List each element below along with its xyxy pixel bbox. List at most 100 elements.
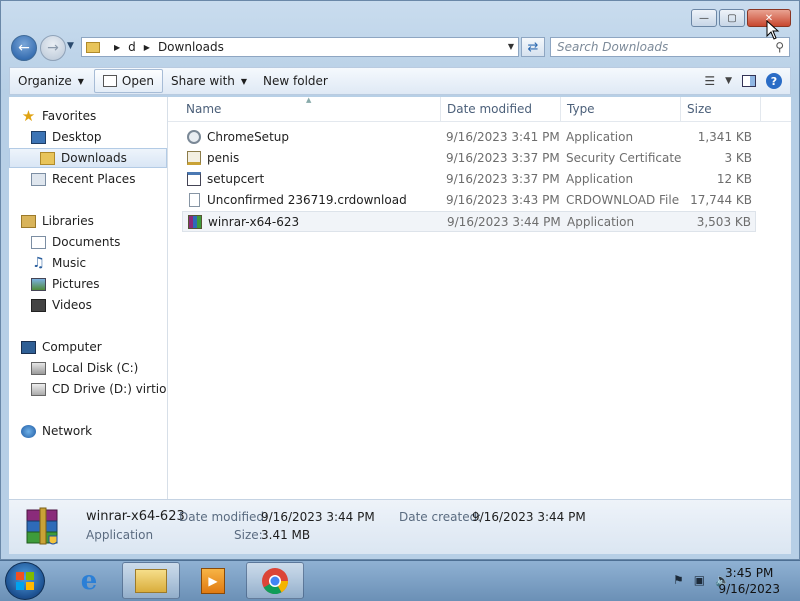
details-size-label: Size:: [234, 528, 263, 542]
taskbar-chrome[interactable]: [246, 562, 304, 599]
nav-network[interactable]: Network: [21, 421, 167, 441]
taskbar-internet-explorer[interactable]: e: [60, 562, 118, 599]
nav-videos[interactable]: Videos: [31, 295, 167, 315]
toolbar-right-group: ☰ ▼ ?: [704, 73, 790, 89]
media-player-icon: ▶: [201, 567, 225, 594]
address-bar[interactable]: ▶ d ▶ Downloads ▼: [81, 37, 519, 57]
open-button[interactable]: Open: [93, 69, 163, 93]
search-input[interactable]: Search Downloads ⚲: [550, 37, 790, 57]
nav-music[interactable]: ♫ Music: [31, 253, 167, 273]
open-label: Open: [121, 74, 154, 88]
recent-pages-dropdown[interactable]: ▼: [67, 41, 74, 51]
nav-label: Music: [52, 256, 87, 270]
nav-downloads[interactable]: Downloads: [9, 148, 167, 168]
nav-pictures[interactable]: Pictures: [31, 274, 167, 294]
new-folder-label: New folder: [263, 74, 328, 88]
back-button[interactable]: ←: [11, 35, 37, 61]
chrome-icon: [262, 567, 289, 594]
nav-label: Documents: [52, 235, 121, 249]
share-with-button[interactable]: Share with ▼: [163, 70, 255, 92]
column-divider[interactable]: [760, 97, 761, 121]
search-icon[interactable]: ⚲: [775, 40, 784, 54]
nav-libraries[interactable]: Libraries: [21, 211, 167, 231]
file-row[interactable]: penis 9/16/2023 3:37 PM Security Certifi…: [182, 148, 756, 169]
nav-label: CD Drive (D:) virtio-w: [52, 382, 168, 396]
nav-label: Pictures: [52, 277, 100, 291]
network-status-icon[interactable]: ▣: [694, 573, 705, 587]
file-size: 3 KB: [724, 151, 752, 165]
breadcrumb-d[interactable]: d: [128, 40, 136, 54]
column-header-date-modified[interactable]: Date modified: [447, 102, 532, 116]
nav-local-disk[interactable]: Local Disk (C:): [31, 358, 167, 378]
nav-desktop[interactable]: Desktop: [31, 127, 167, 147]
hard-drive-icon: [31, 361, 46, 375]
clock-time: 3:45 PM: [725, 566, 774, 580]
file-date: 9/16/2023 3:41 PM: [446, 130, 560, 144]
file-name-cell: ChromeSetup: [187, 130, 289, 144]
music-icon: ♫: [32, 254, 45, 271]
column-header-size[interactable]: Size: [687, 102, 712, 116]
organize-button[interactable]: Organize ▼: [10, 70, 92, 92]
view-options-dropdown-icon[interactable]: ▼: [725, 76, 732, 86]
nav-label: Recent Places: [52, 172, 136, 186]
clock-date: 9/16/2023: [718, 582, 780, 596]
column-divider[interactable]: [680, 97, 681, 121]
address-row: ← → ▼ ▶ d ▶ Downloads ▼ ⇄ Search Downloa…: [9, 35, 791, 61]
breadcrumb-separator-icon[interactable]: ▶: [144, 43, 150, 52]
nav-cd-drive[interactable]: CD Drive (D:) virtio-w: [31, 379, 168, 399]
file-row[interactable]: ChromeSetup 9/16/2023 3:41 PM Applicatio…: [182, 127, 756, 148]
column-header-name[interactable]: Name: [186, 102, 221, 116]
preview-pane-icon[interactable]: [742, 75, 756, 87]
file-row[interactable]: Unconfirmed 236719.crdownload 9/16/2023 …: [182, 190, 756, 211]
breadcrumb-separator-icon[interactable]: ▶: [114, 43, 120, 52]
file-date: 9/16/2023 3:37 PM: [446, 151, 560, 165]
file-type: Application: [566, 172, 634, 186]
help-icon[interactable]: ?: [766, 73, 782, 89]
nav-label: Computer: [42, 340, 102, 354]
breadcrumb-downloads[interactable]: Downloads: [158, 40, 224, 54]
clock[interactable]: 3:45 PM 9/16/2023: [718, 565, 780, 597]
file-size: 17,744 KB: [690, 193, 752, 207]
file-row-selected[interactable]: winrar-x64-623 9/16/2023 3:44 PM Applica…: [182, 211, 756, 232]
nav-computer[interactable]: Computer: [21, 337, 167, 357]
column-divider[interactable]: [440, 97, 441, 121]
start-button[interactable]: [5, 562, 45, 600]
folder-icon: [86, 41, 100, 53]
certificate-icon: [187, 151, 201, 165]
nav-recent-places[interactable]: Recent Places: [31, 169, 167, 189]
new-folder-button[interactable]: New folder: [255, 70, 336, 92]
column-headers: ▲ Name Date modified Type Size: [168, 96, 791, 122]
column-header-type[interactable]: Type: [567, 102, 595, 116]
pictures-icon: [31, 277, 46, 291]
forward-button[interactable]: →: [40, 35, 66, 61]
minimize-button[interactable]: —: [691, 9, 717, 27]
file-type: CRDOWNLOAD File: [566, 193, 680, 207]
column-divider[interactable]: [560, 97, 561, 121]
file-date: 9/16/2023 3:44 PM: [447, 215, 561, 229]
file-name: ChromeSetup: [207, 130, 289, 144]
back-arrow-icon: ←: [18, 40, 30, 56]
file-name-cell: winrar-x64-623: [188, 215, 299, 229]
address-dropdown-icon[interactable]: ▼: [508, 42, 514, 51]
sort-indicator-icon: ▲: [306, 96, 312, 104]
taskbar-windows-explorer[interactable]: [122, 562, 180, 599]
action-center-flag-icon[interactable]: ⚑: [673, 573, 684, 587]
windows-logo-icon: [16, 572, 34, 590]
maximize-button[interactable]: ▢: [719, 9, 745, 27]
file-date: 9/16/2023 3:43 PM: [446, 193, 560, 207]
nav-favorites[interactable]: ★ Favorites: [21, 106, 167, 126]
libraries-icon: [21, 214, 36, 228]
network-icon: [21, 424, 36, 438]
change-view-icon[interactable]: ☰: [704, 74, 715, 88]
application-icon: [187, 172, 201, 186]
blank-file-icon: [189, 193, 200, 207]
nav-label: Local Disk (C:): [52, 361, 139, 375]
refresh-button[interactable]: ⇄: [521, 37, 545, 57]
nav-label: Videos: [52, 298, 92, 312]
winrar-large-icon: [25, 506, 61, 548]
file-row[interactable]: setupcert 9/16/2023 3:37 PM Application …: [182, 169, 756, 190]
nav-documents[interactable]: Documents: [31, 232, 167, 252]
taskbar-media-player[interactable]: ▶: [184, 562, 242, 599]
computer-icon: [21, 340, 36, 354]
documents-icon: [31, 235, 46, 249]
